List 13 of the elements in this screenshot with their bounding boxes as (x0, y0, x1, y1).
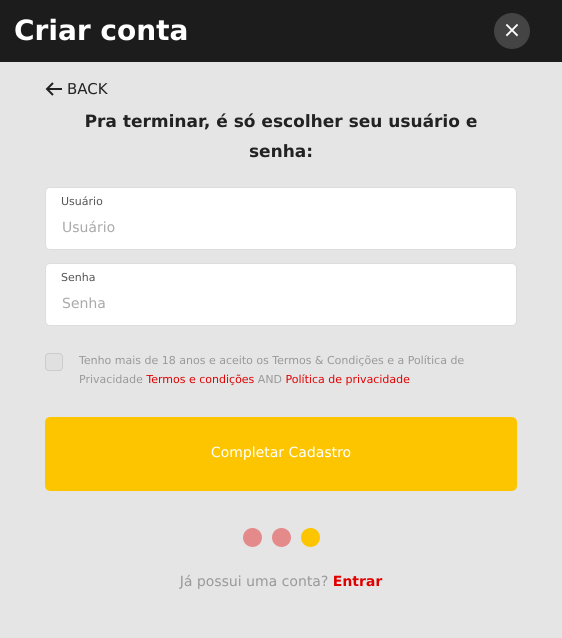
checkbox[interactable] (45, 352, 63, 370)
terms-link[interactable]: Termos e condições (146, 372, 254, 386)
footer-text: Já possui uma conta? (180, 574, 328, 590)
arrow-left-icon (45, 82, 63, 96)
heading: Pra terminar, é só escolher seu usuário e senha: (84, 110, 478, 164)
login-link[interactable]: Entrar (332, 574, 382, 590)
consent-text: Tenho mais de 18 anos e aceito os Termos & Condições e a Política de Privacidade Termos e condições AND Política de privacidade (79, 352, 466, 388)
back-button[interactable]: BACK (45, 78, 108, 100)
field-label: Senha (61, 270, 96, 286)
privacy-link[interactable]: Política de privacidade (286, 372, 410, 386)
field-label: Usuário (61, 194, 103, 210)
close-button[interactable]: × (494, 13, 530, 49)
window-title: Criar conta (14, 13, 188, 49)
